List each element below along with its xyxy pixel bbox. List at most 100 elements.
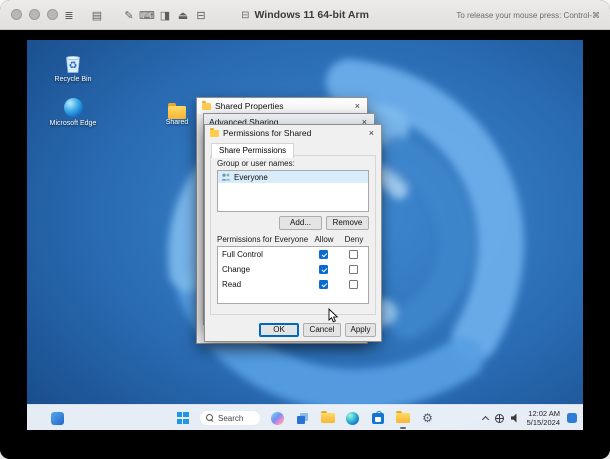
deny-column-header: Deny — [339, 235, 369, 244]
permission-row-full-control: Full Control — [218, 247, 368, 262]
desktop-icon-label: Microsoft Edge — [47, 120, 99, 128]
permissions-for-label: Permissions for Everyone — [217, 235, 309, 244]
svg-text:♻: ♻ — [69, 61, 78, 72]
vm-window: ≣ ▤ ✎ ⌨ ◨ ⏏ ⊟ ⊟ Windows 11 64-bit Arm To… — [0, 0, 610, 459]
permission-name: Full Control — [222, 250, 308, 259]
shared-folder-icon — [168, 106, 186, 119]
folder-icon — [210, 130, 219, 137]
taskbar-clock[interactable]: 12:02 AM 5/15/2024 — [527, 409, 560, 428]
running-indicator — [400, 427, 406, 429]
dialog-title: Permissions for Shared — [223, 128, 311, 138]
permission-row-change: Change — [218, 262, 368, 277]
notification-icon[interactable] — [567, 413, 577, 423]
cancel-button[interactable]: Cancel — [303, 323, 341, 337]
allow-checkbox-0[interactable] — [319, 250, 328, 259]
permissions-dialog[interactable]: Permissions for Shared × Share Permissio… — [204, 124, 382, 342]
zoom-window-button[interactable] — [47, 9, 58, 20]
vm-screen-area: ♻ Recycle Bin Microsoft Edge Shared Shar… — [0, 30, 610, 459]
recycle-bin-icon: ♻ — [62, 52, 84, 74]
share-permissions-page: Group or user names: Everyone — [210, 155, 376, 315]
remove-button[interactable]: Remove — [326, 216, 369, 230]
group-names-label: Group or user names: — [217, 159, 295, 168]
deny-checkbox-0[interactable] — [349, 250, 358, 259]
ok-button[interactable]: OK — [259, 323, 299, 337]
desktop-icon-label: Shared — [155, 119, 199, 127]
group-buttons: Add... Remove — [279, 216, 369, 230]
edge-button[interactable] — [344, 408, 361, 428]
permission-name: Change — [222, 265, 308, 274]
minimize-window-button[interactable] — [29, 9, 40, 20]
allow-checkbox-1[interactable] — [319, 265, 328, 274]
close-window-button[interactable] — [11, 9, 22, 20]
windows-logo-icon — [177, 412, 189, 424]
desktop-icon-shared-folder[interactable]: Shared — [155, 102, 199, 127]
clock-time: 12:02 AM — [527, 409, 560, 418]
edge-icon — [346, 412, 359, 425]
deny-checkbox-2[interactable] — [349, 280, 358, 289]
taskbar-search[interactable]: Search — [199, 410, 261, 426]
clock-date: 5/15/2024 — [527, 418, 560, 427]
permissions-header: Permissions for Everyone Allow Deny — [217, 235, 369, 244]
start-button[interactable] — [174, 408, 191, 428]
vm-title-text: Windows 11 64-bit Arm — [254, 9, 368, 21]
settings-button[interactable]: ⚙ — [419, 408, 436, 428]
group-row-everyone[interactable]: Everyone — [218, 171, 368, 183]
vm-disk-icon[interactable]: ◨ — [156, 0, 174, 30]
taskbar: Search ⚙ — [27, 404, 583, 430]
permissions-list[interactable]: Full Control Change Read — [217, 246, 369, 304]
task-view-icon — [297, 416, 305, 424]
search-icon — [206, 414, 214, 422]
vm-keyboard-icon[interactable]: ⌨ — [138, 0, 156, 30]
allow-checkbox-2[interactable] — [319, 280, 328, 289]
close-icon[interactable]: × — [367, 129, 376, 138]
widgets-icon[interactable] — [51, 412, 64, 425]
copilot-icon — [271, 412, 284, 425]
search-label: Search — [218, 414, 243, 423]
network-icon[interactable] — [495, 414, 504, 423]
volume-icon[interactable] — [511, 414, 520, 423]
group-list[interactable]: Everyone — [217, 170, 369, 212]
shared-folder-window-button[interactable] — [394, 408, 411, 428]
window-title: Shared Properties — [215, 101, 284, 111]
dialog-buttons: OK Cancel Apply — [259, 323, 376, 337]
deny-checkbox-1[interactable] — [349, 265, 358, 274]
windows-desktop[interactable]: ♻ Recycle Bin Microsoft Edge Shared Shar… — [27, 40, 583, 430]
mouse-cursor — [328, 308, 340, 324]
gear-icon: ⚙ — [422, 412, 433, 424]
allow-column-header: Allow — [309, 235, 339, 244]
vm-display-icon[interactable]: ⊟ — [192, 0, 210, 30]
task-view-button[interactable] — [294, 408, 311, 428]
close-icon[interactable]: × — [353, 102, 362, 111]
open-folder-icon — [396, 413, 410, 423]
store-button[interactable] — [369, 408, 386, 428]
desktop-icon-microsoft-edge[interactable]: Microsoft Edge — [47, 96, 99, 128]
file-explorer-button[interactable] — [319, 408, 336, 428]
permission-name: Read — [222, 280, 308, 289]
users-icon — [221, 173, 231, 181]
desktop-icon-label: Recycle Bin — [47, 76, 99, 84]
vm-usb-icon[interactable]: ⏏ — [174, 0, 192, 30]
add-button[interactable]: Add... — [279, 216, 322, 230]
dialog-titlebar[interactable]: Permissions for Shared × — [205, 125, 381, 141]
vm-tools-icon[interactable]: ✎ — [120, 0, 138, 30]
window-titlebar[interactable]: Shared Properties × — [197, 98, 367, 114]
vm-window-title: ⊟ Windows 11 64-bit Arm — [241, 0, 369, 30]
traffic-lights — [11, 9, 58, 20]
hidden-icons-chevron[interactable] — [482, 415, 489, 422]
copilot-button[interactable] — [269, 408, 286, 428]
vm-settings-icon[interactable]: ≣ — [60, 0, 78, 30]
mac-titlebar: ≣ ▤ ✎ ⌨ ◨ ⏏ ⊟ ⊟ Windows 11 64-bit Arm To… — [0, 0, 610, 30]
vm-monitor-icon: ⊟ — [241, 10, 249, 21]
store-icon — [372, 413, 384, 424]
tab-strip: Share Permissions — [205, 141, 381, 156]
mouse-release-hint: To release your mouse press: Control-⌘ — [456, 0, 600, 30]
group-name: Everyone — [234, 173, 268, 182]
permission-row-read: Read — [218, 277, 368, 292]
edge-icon — [62, 96, 84, 118]
apply-button[interactable]: Apply — [345, 323, 376, 337]
vm-snapshots-icon[interactable]: ▤ — [88, 0, 106, 30]
folder-icon — [202, 103, 211, 110]
file-explorer-icon — [321, 413, 335, 423]
desktop-icon-recycle-bin[interactable]: ♻ Recycle Bin — [47, 52, 99, 84]
tab-share-permissions[interactable]: Share Permissions — [211, 143, 294, 158]
